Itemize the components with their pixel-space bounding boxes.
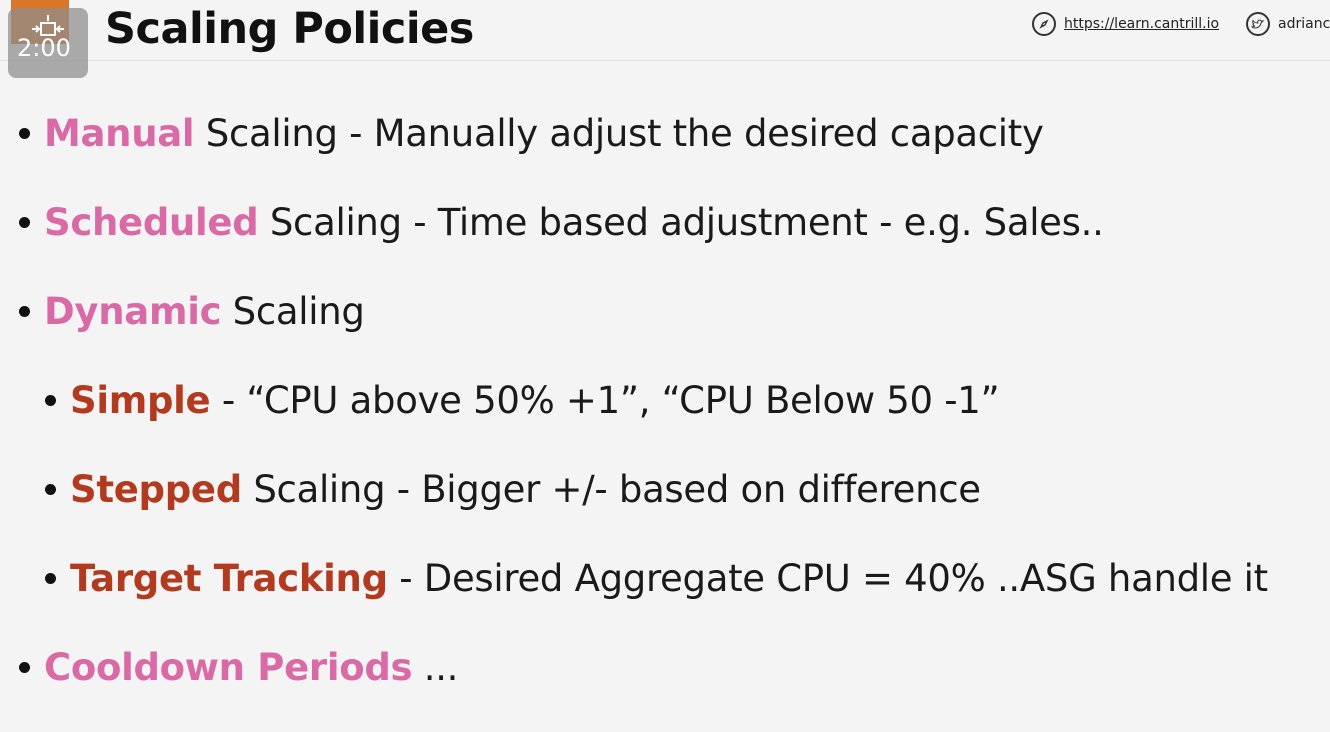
bullet-text: - Desired Aggregate CPU = 40% ..ASG hand… xyxy=(387,557,1268,600)
timer-value: 2:00 xyxy=(17,34,71,62)
bullet-dot xyxy=(45,395,56,406)
bullet-stepped: Stepped Scaling - Bigger +/- based on di… xyxy=(45,468,981,511)
bullet-keyword: Manual xyxy=(44,112,195,155)
compass-icon xyxy=(1032,12,1056,36)
bullet-dynamic: Dynamic Scaling xyxy=(19,290,365,333)
website-link-group[interactable]: https://learn.cantrill.io xyxy=(1032,12,1219,36)
bullet-dot xyxy=(45,484,56,495)
twitter-icon xyxy=(1246,12,1270,36)
bullet-manual: Manual Scaling - Manually adjust the des… xyxy=(19,112,1044,155)
bullet-dot xyxy=(19,217,30,228)
bullet-keyword: Cooldown Periods xyxy=(44,646,413,689)
bullet-text: Scaling - Bigger +/- based on difference xyxy=(241,468,981,511)
bullet-text: Scaling xyxy=(221,290,365,333)
twitter-link-group[interactable]: adrianc xyxy=(1246,12,1330,36)
bullet-keyword: Scheduled xyxy=(44,201,259,244)
bullet-dot xyxy=(19,662,30,673)
bullet-text: Scaling - Time based adjustment - e.g. S… xyxy=(258,201,1104,244)
bullet-text: - “CPU above 50% +1”, “CPU Below 50 -1” xyxy=(210,379,1000,422)
bullet-keyword: Stepped xyxy=(70,468,242,511)
bullet-text: Scaling - Manually adjust the desired ca… xyxy=(194,112,1044,155)
bullet-scheduled: Scheduled Scaling - Time based adjustmen… xyxy=(19,201,1104,244)
bullet-dot xyxy=(19,306,30,317)
timer-badge[interactable]: 2:00 xyxy=(8,8,88,78)
bullet-dot xyxy=(19,128,30,139)
website-link[interactable]: https://learn.cantrill.io xyxy=(1064,16,1219,32)
bullet-simple: Simple - “CPU above 50% +1”, “CPU Below … xyxy=(45,379,1000,422)
slide-title: Scaling Policies xyxy=(105,4,474,54)
bullet-keyword: Dynamic xyxy=(44,290,222,333)
bullet-keyword: Target Tracking xyxy=(70,557,388,600)
bullet-dot xyxy=(45,573,56,584)
bullet-cooldown: Cooldown Periods ... xyxy=(19,646,458,689)
slide-header: 2:00 Scaling Policies https://learn.cant… xyxy=(0,0,1330,78)
bullet-target-tracking: Target Tracking - Desired Aggregate CPU … xyxy=(45,557,1268,600)
bullet-text: ... xyxy=(412,646,459,689)
bullet-keyword: Simple xyxy=(70,379,211,422)
twitter-handle[interactable]: adrianc xyxy=(1278,16,1330,32)
